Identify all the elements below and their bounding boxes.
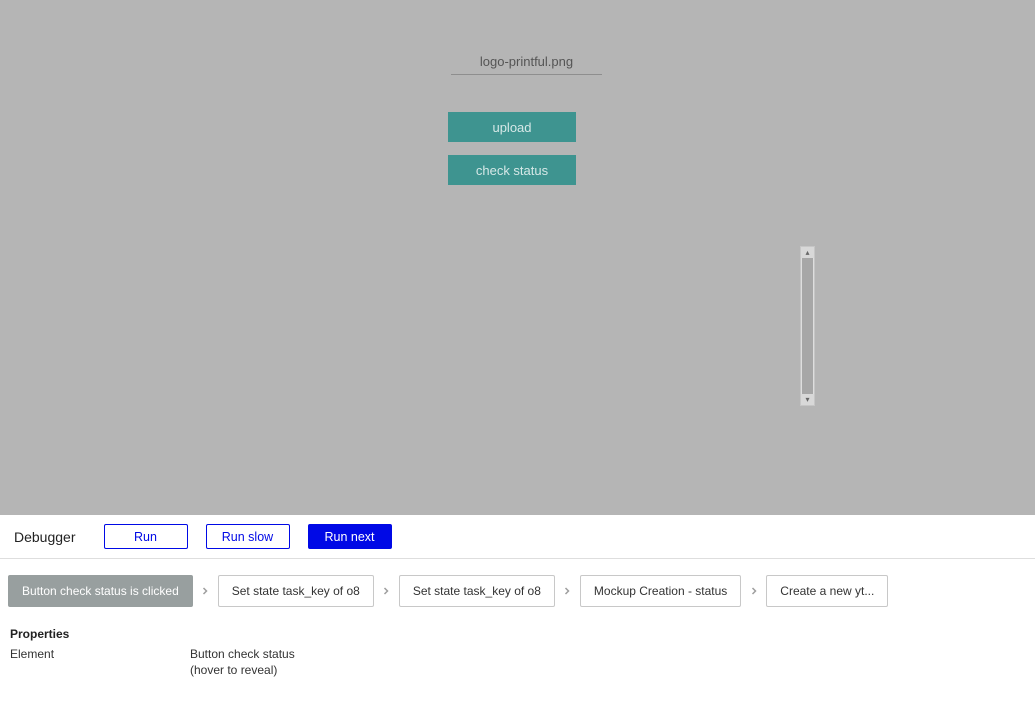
properties-element-value[interactable]: Button check status (hover to reveal)	[190, 647, 330, 678]
debugger-toolbar: Debugger Run Run slow Run next	[0, 515, 1035, 559]
chevron-right-icon	[197, 585, 214, 597]
properties-heading: Properties	[10, 627, 1025, 641]
run-slow-button[interactable]: Run slow	[206, 524, 290, 549]
chevron-right-icon	[745, 585, 762, 597]
scroll-thumb[interactable]	[802, 258, 813, 394]
workflow-step[interactable]: Set state task_key of o8	[218, 575, 374, 607]
properties-element-label: Element	[10, 647, 190, 678]
workflow-step[interactable]: Button check status is clicked	[8, 575, 193, 607]
properties-row: Element Button check status (hover to re…	[10, 647, 1025, 678]
workflow-step[interactable]: Set state task_key of o8	[399, 575, 555, 607]
workflow-step[interactable]: Mockup Creation - status	[580, 575, 741, 607]
debugger-title: Debugger	[14, 529, 76, 545]
chevron-right-icon	[559, 585, 576, 597]
workflow-step[interactable]: Create a new yt...	[766, 575, 888, 607]
check-status-button[interactable]: check status	[448, 155, 576, 185]
filename-display: logo-printful.png	[451, 54, 602, 75]
workflow-steps: Button check status is clicked Set state …	[0, 559, 1035, 623]
debugger-panel: Debugger Run Run slow Run next Button ch…	[0, 515, 1035, 726]
inner-scrollbar[interactable]: ▴ ▾	[800, 246, 815, 406]
properties-section: Properties Element Button check status (…	[0, 623, 1035, 682]
run-button[interactable]: Run	[104, 524, 188, 549]
upload-button[interactable]: upload	[448, 112, 576, 142]
run-next-button[interactable]: Run next	[308, 524, 392, 549]
chevron-right-icon	[378, 585, 395, 597]
scroll-up-icon[interactable]: ▴	[801, 247, 814, 258]
preview-canvas: logo-printful.png upload check status ▴ …	[0, 0, 1035, 515]
scroll-down-icon[interactable]: ▾	[801, 394, 814, 405]
